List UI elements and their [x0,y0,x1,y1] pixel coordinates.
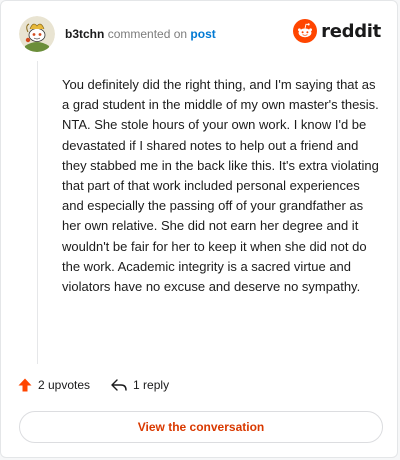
upvote-arrow-icon [18,378,32,392]
reddit-alien-icon [293,19,318,43]
upvote-button[interactable]: 2 upvotes [17,377,90,393]
reply-arrow-icon [111,379,127,391]
snoo-avatar-icon [19,16,55,52]
comment-header: b3tchn commented on post reddit [19,15,381,53]
comment-card: b3tchn commented on post reddit You defi… [0,0,398,458]
comment-body: You definitely did the right thing, and … [62,77,379,295]
thread-line [37,61,38,364]
reply-button[interactable]: 1 reply [110,377,169,393]
comment-actions: 2 upvotes 1 reply [17,377,169,393]
username-link[interactable]: b3tchn [65,27,104,41]
view-conversation-button[interactable]: View the conversation [19,411,383,443]
comment-meta: b3tchn commented on post [65,27,216,41]
reddit-wordmark: reddit [321,20,381,42]
user-avatar[interactable] [19,16,55,52]
reply-count: 1 reply [133,378,170,392]
reddit-logo[interactable]: reddit [293,19,381,43]
action-text: commented on [107,27,188,41]
upvote-count: 2 upvotes [38,378,91,392]
post-link[interactable]: post [190,27,215,41]
